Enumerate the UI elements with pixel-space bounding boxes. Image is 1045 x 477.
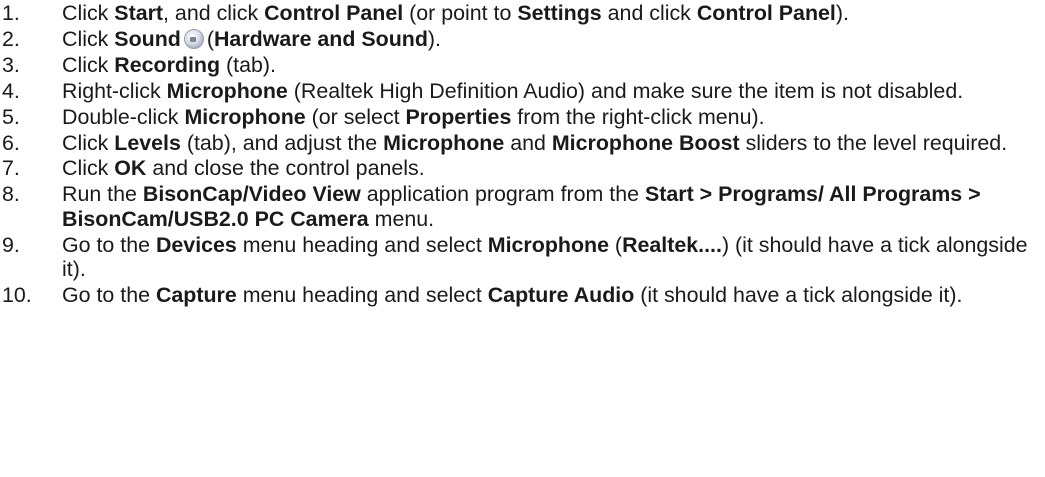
step-text-segment: ). [427,26,441,51]
step-number: 9. [2,232,20,257]
step-text-segment: application program from the [360,182,645,207]
instruction-step: 6. Click Levels (tab), and adjust the Mic… [0,131,1045,155]
step-text-segment: , and click [163,1,265,25]
instruction-step: 9. Go to the Devices menu heading and sel… [0,233,1045,282]
bold-term: Microphone Boost [551,130,740,155]
step-text: Click Recording (tab). [62,53,1045,77]
step-text-segment: (or point to [403,1,518,25]
bold-term: OK [114,156,147,181]
bold-term: Capture [155,282,237,307]
instruction-step: 7. Click OK and close the control panels. [0,156,1045,180]
step-text-segment: Go to the [62,232,156,257]
step-text: Go to the Devices menu heading and selec… [62,233,1045,282]
step-text-segment: Right-click [62,78,167,103]
bold-term: Hardware and Sound [213,26,428,51]
step-text: Double-click Microphone (or select Prope… [62,105,1045,129]
step-text-segment: sliders to the level required. [739,130,1008,155]
step-text-segment: (it should have a tick alongside it). [634,282,963,307]
step-number: 7. [2,156,20,181]
step-text-segment: and [504,130,552,155]
step-number: 2. [2,26,20,51]
step-text: Click Sound (Hardware and Sound). [62,27,1045,51]
bold-term: Microphone [487,232,609,257]
step-text-segment: ( [206,26,214,51]
step-text-segment: menu heading and select [236,232,488,257]
step-text: Click Start, and click Control Panel (or… [62,1,1045,25]
bold-term: Control Panel [696,1,836,25]
step-text-segment: Click [62,52,115,77]
instruction-step: 5. Double-click Microphone (or select Pro… [0,105,1045,129]
step-number: 1. [2,1,20,25]
instruction-step: 4. Right-click Microphone (Realtek High D… [0,79,1045,103]
step-text-segment: ( [608,232,623,257]
bold-term: BisonCap/Video View [142,182,361,207]
bold-term: Devices [155,232,237,257]
instruction-step: 8. Run the BisonCap/Video View applicatio… [0,182,1045,231]
bold-term: Levels [114,130,181,155]
step-text: Right-click Microphone (Realtek High Def… [62,79,1045,103]
bold-term: Properties [405,104,512,129]
bold-term: Start [114,1,164,25]
step-number: 4. [2,78,20,103]
step-text: Go to the Capture menu heading and selec… [62,283,1045,307]
bold-term: Microphone [166,78,288,103]
bold-term: Microphone [184,104,306,129]
step-text-segment: (Realtek High Definition Audio) and make… [287,78,964,103]
step-text-segment: and click [601,1,697,25]
step-text-segment: Click [62,156,115,181]
bold-term: Control Panel [264,1,404,25]
bold-term: Realtek.... [622,232,722,257]
bold-term: Capture Audio [487,282,635,307]
sound-icon [183,28,204,49]
step-text-segment: Go to the [62,282,156,307]
step-text-segment: (or select [305,104,406,129]
step-number: 3. [2,52,20,77]
bold-term: Microphone [383,130,505,155]
step-number: 10. [2,282,32,307]
step-text: Click Levels (tab), and adjust the Micro… [62,131,1045,155]
instruction-step: 1. Click Start, and click Control Panel (… [0,1,1045,25]
step-text-segment: ). [835,1,849,25]
step-text: Run the BisonCap/Video View application … [62,182,1045,231]
step-number: 5. [2,104,20,129]
step-text-segment: Double-click [62,104,185,129]
instruction-step: 2. Click Sound (Hardware and Sound). [0,27,1045,51]
step-text-segment: and close the control panels. [146,156,425,181]
instruction-step: 3. Click Recording (tab). [0,53,1045,77]
bold-term: Settings [517,1,602,25]
step-text-segment: from the right-click menu). [511,104,765,129]
step-text-segment: menu. [368,206,435,231]
step-text-segment: menu heading and select [236,282,488,307]
step-text-segment: Click [62,130,115,155]
step-text-segment: (tab), and adjust the [180,130,384,155]
step-text-segment: Click [62,1,115,25]
bold-term: Recording [114,52,221,77]
step-text-segment: (tab). [220,52,276,77]
instruction-step: 10. Go to the Capture menu heading and se… [0,283,1045,307]
instruction-list: 1. Click Start, and click Control Panel (… [0,0,1045,307]
bold-term: Sound [114,26,181,51]
step-number: 6. [2,130,20,155]
step-number: 8. [2,182,20,207]
step-text-segment: Run the [62,182,143,207]
step-text-segment: Click [62,26,115,51]
step-text: Click OK and close the control panels. [62,156,1045,180]
